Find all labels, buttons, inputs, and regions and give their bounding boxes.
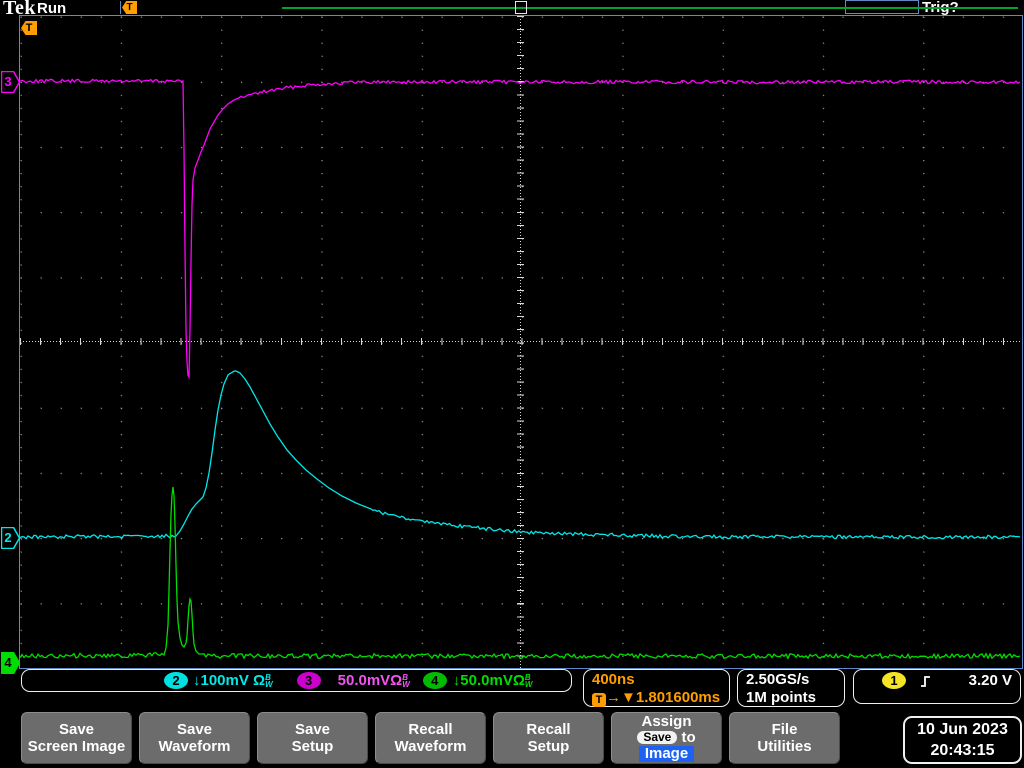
ch4-reference-marker[interactable]: 4 xyxy=(1,652,20,674)
ch4-marker-label: 4 xyxy=(4,655,12,670)
ch3-badge[interactable]: 3 xyxy=(296,672,321,689)
date-text: 10 Jun 2023 xyxy=(917,721,1008,738)
delay-value: 1.801600ms xyxy=(635,689,721,706)
trigger-readout-box[interactable]: 1 3.20 V xyxy=(853,669,1021,704)
trigger-level-readout: 3.20 V xyxy=(968,672,1012,689)
ch3-scale-readout: 50.0mVΩ xyxy=(337,672,403,689)
ch3-marker-label: 3 xyxy=(4,74,12,89)
ch4-bandwidth-icon: BW xyxy=(524,672,533,689)
rising-edge-icon xyxy=(921,676,930,687)
ch3-bandwidth-icon: BW xyxy=(402,672,410,689)
record-trigger-position-icon[interactable]: T xyxy=(122,1,137,14)
softkey-menu: Save Screen Image Save Waveform Save Setup … xyxy=(21,712,840,764)
acquisition-readout-box[interactable]: 2.50GS/s 1M points xyxy=(737,669,845,707)
ch2-scale-readout: ↓100mV Ω xyxy=(193,672,266,689)
oscilloscope-screen: Tek Run Trig? T T 3 2 4 2 ↓100mV Ω BW 3 … xyxy=(0,0,1024,768)
timebase-readout-box[interactable]: 400ns T →▼1.801600ms xyxy=(583,669,730,707)
save-pill: Save xyxy=(637,731,678,744)
delay-arrows: →▼ xyxy=(606,689,636,706)
ch2-badge[interactable]: 2 xyxy=(164,672,188,689)
save-screen-image-button[interactable]: Save Screen Image xyxy=(21,712,132,764)
ch2-reference-marker[interactable]: 2 xyxy=(1,527,20,549)
assign-line2: Save to xyxy=(612,730,721,746)
assign-target: Image xyxy=(638,746,695,762)
recall-waveform-button[interactable]: Recall Waveform xyxy=(375,712,486,764)
file-utilities-button[interactable]: File Utilities xyxy=(729,712,840,764)
time-text: 20:43:15 xyxy=(930,742,995,759)
save-setup-button[interactable]: Save Setup xyxy=(257,712,368,764)
save-waveform-button[interactable]: Save Waveform xyxy=(139,712,250,764)
center-vertical-line xyxy=(520,16,521,668)
timebase-delay-row: T →▼1.801600ms xyxy=(592,689,729,707)
datetime-display: 10 Jun 2023 20:43:15 xyxy=(903,716,1022,764)
ch4-badge[interactable]: 4 xyxy=(422,672,447,689)
record-view-line xyxy=(282,7,1018,9)
ch4-scale-readout: ↓50.0mVΩ xyxy=(452,672,525,689)
sample-rate: 2.50GS/s xyxy=(746,671,810,688)
assign-line3: Image xyxy=(612,746,721,762)
assign-save-to-image-button[interactable]: Assign Save to Image xyxy=(611,712,722,764)
ch2-bandwidth-icon: BW xyxy=(265,672,273,689)
assign-line1: Assign xyxy=(641,713,692,730)
channel-readouts-box[interactable]: 2 ↓100mV Ω BW 3 50.0mVΩ BW 4 ↓50.0mVΩ BW xyxy=(21,669,572,692)
ch3-reference-marker[interactable]: 3 xyxy=(1,71,20,93)
record-view-window-bracket[interactable] xyxy=(515,1,527,14)
trigger-source-badge: 1 xyxy=(882,672,906,689)
record-length: 1M points xyxy=(746,689,816,706)
timebase-scale: 400ns xyxy=(592,671,635,688)
record-trigger-tick xyxy=(120,1,121,14)
ch2-marker-label: 2 xyxy=(4,530,12,545)
trigger-t-icon: T xyxy=(592,693,606,707)
recall-setup-button[interactable]: Recall Setup xyxy=(493,712,604,764)
